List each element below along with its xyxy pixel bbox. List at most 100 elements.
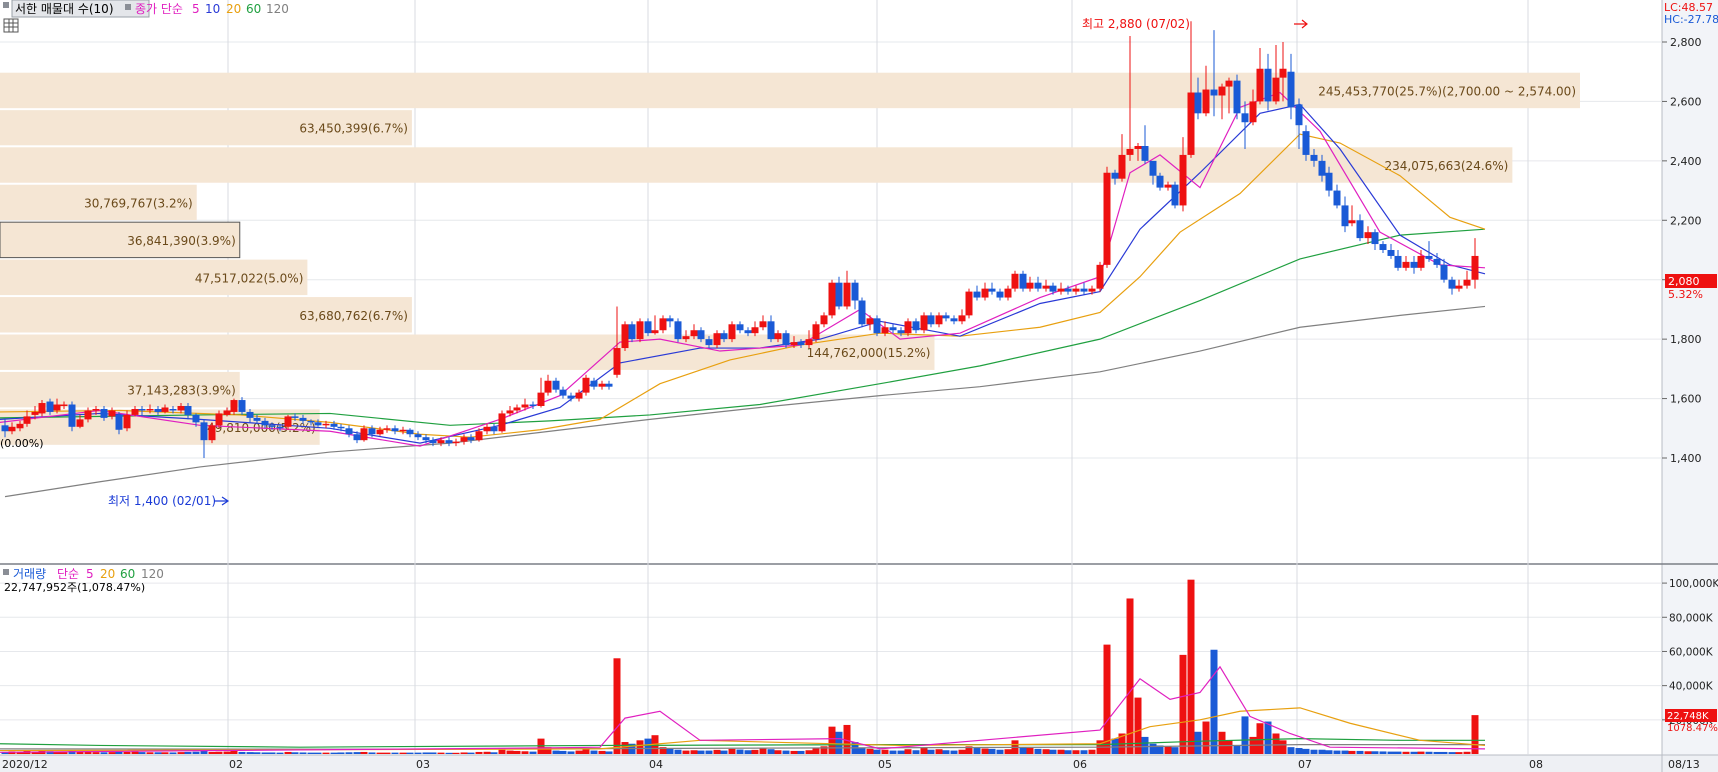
candle-body [651,330,659,334]
candle-body [1264,68,1272,102]
volume-bar [697,750,705,754]
volume-bar [889,750,897,754]
volume-bar [215,751,223,754]
volume-bar [92,752,100,754]
candle-body [881,327,889,334]
volume-bar [797,750,805,754]
current-price: 2,080 [1668,275,1700,288]
current-volume-change: 1078.47% [1667,723,1718,734]
candle-body [1156,175,1164,188]
candle-body [1064,288,1072,292]
candle-body [759,321,767,328]
candle-body [988,288,996,292]
volume-bar [942,750,950,754]
time-axis-panel [0,755,1718,772]
candle-body [767,321,775,340]
volume-bar [605,751,613,754]
candle-body [483,426,491,432]
price-tick-label: 2,800 [1670,36,1702,49]
volume-bar [981,748,989,754]
candle-body [8,426,16,432]
candle-body [276,426,284,429]
candle-body [291,416,299,418]
candle-body [705,339,713,346]
volume-bar [1088,749,1096,754]
volume-bar [1171,747,1179,754]
candle-body [790,342,798,346]
candle-body [552,380,560,390]
volume-bar [391,752,399,754]
candle-body [996,291,1004,298]
volume-bar [406,752,414,754]
volume-tick-label: 40,000K [1669,681,1714,693]
volume-bar [835,731,843,754]
candle-body [215,413,223,426]
candle-body [406,429,414,435]
volume-bar [108,752,116,754]
volume-bar [414,752,422,754]
candle-body [744,330,752,334]
volume-bar [996,749,1004,754]
candle-body [84,410,92,420]
candle-body [697,330,705,340]
volume-bar [1064,750,1072,754]
candle-body [797,342,805,346]
candle-body [927,315,935,325]
candle-body [1287,71,1295,108]
volume-bar [736,749,744,754]
volume-bar [973,748,981,754]
candle-body [1448,279,1456,289]
volume-bar [858,748,866,754]
volume-bar [1026,748,1034,754]
candle-body [1295,104,1303,126]
table-icon[interactable] [3,18,19,33]
volume-bar [1034,748,1042,754]
candle-body [31,411,39,415]
volume-bar [720,750,728,754]
candle-body [184,406,192,415]
volume-tick-label: 100,000K [1669,578,1718,590]
volume-bar [360,751,368,754]
candle-body [238,400,246,412]
candle-body [682,336,690,340]
volume-bar [644,738,652,754]
volume-bar [1302,748,1310,754]
volume-bar [368,752,376,754]
candle-body [1126,148,1134,155]
profile-label: 63,450,399(6.7%) [299,122,408,136]
candle-body [1194,92,1202,114]
volume-bar [1448,752,1456,754]
volume-bar [131,751,139,754]
volume-bar [927,749,935,754]
volume-bar [904,749,912,754]
candle-body [1425,255,1433,259]
volume-bar [452,752,460,754]
candle-body [154,408,162,412]
candle-body [544,380,552,393]
candle-body [467,437,475,441]
candle-body [475,431,483,441]
candle-body [498,413,506,432]
candle-body [1318,160,1326,176]
volume-bar [314,752,322,754]
candle-body [1325,172,1333,191]
zero-percent-label: (0.00%) [0,437,44,450]
volume-bar [146,752,154,754]
candle-body [690,330,698,337]
stock-chart[interactable]: 245,453,770(25.7%)(2,700.00 ~ 2,574.00) 6… [0,0,1718,772]
candle-body [851,282,859,301]
candle-body [935,315,943,325]
candle-body [1249,101,1257,123]
candle-body [904,321,912,334]
volume-bar [261,752,269,754]
volume-bar [1134,697,1142,754]
volume-bar [567,751,575,754]
candle-body [965,291,973,316]
volume-bar [666,748,674,754]
volume-bar [1410,751,1418,754]
volume-bar [1080,750,1088,754]
volume-bar [115,751,123,754]
volume-bar [1425,751,1433,754]
candle-body [873,318,881,334]
volume-label: 거래량 [13,567,46,581]
